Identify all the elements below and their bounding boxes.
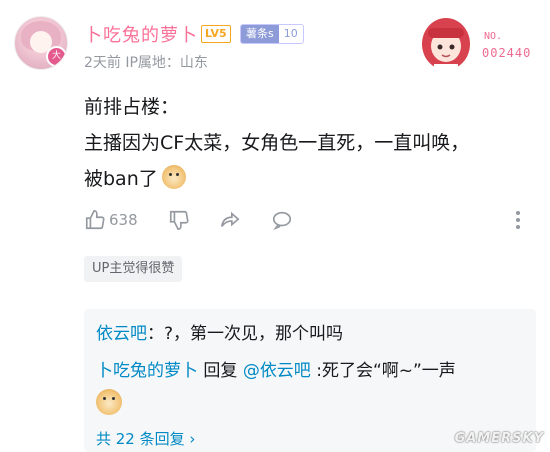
fan-medal-name: 薯条s (241, 25, 279, 43)
reply-author[interactable]: 依云吧 (96, 324, 147, 344)
doge-emoji-icon (161, 165, 186, 189)
like-count: 638 (109, 211, 138, 229)
watermark-logo: GAMERSKY (454, 431, 544, 446)
share-button[interactable] (218, 206, 242, 234)
decoration-card[interactable]: NO. 002440 (418, 14, 536, 74)
user-level-badge: LV5 (201, 25, 231, 43)
fan-medal-badge[interactable]: 薯条s 10 (240, 24, 304, 44)
reply-mention[interactable]: @依云吧 (243, 361, 311, 381)
comment-actions: 638 (84, 206, 534, 234)
anime-girl-icon (422, 18, 470, 72)
avatar-badge: 大 (46, 46, 67, 67)
more-options-button[interactable] (514, 206, 522, 234)
user-avatar[interactable]: 大 (14, 16, 68, 70)
reply-text: :死了会“啊~”一声 (310, 361, 456, 381)
reply-word: 回复 (198, 361, 243, 381)
dislike-button[interactable] (168, 206, 190, 234)
reply-item: 卜吃兔的萝卜 回复 @依云吧 :死了会“啊~”一声 (96, 356, 456, 381)
comment-bubble-icon (272, 211, 292, 231)
thumb-up-icon (85, 210, 105, 230)
comment-line-2: 主播因为CF太菜，女角色一直死，一直叫唤， (84, 132, 470, 154)
reply-item: 依云吧：?，第一次见，那个叫吗 (96, 319, 343, 344)
reply-emoji-row (96, 389, 122, 416)
up-liked-tag: UP主觉得很赞 (84, 256, 183, 282)
comment-line-1: 前排占楼： (84, 96, 180, 118)
reply-button[interactable] (270, 206, 294, 234)
thumb-down-icon (169, 210, 189, 230)
view-more-replies-link[interactable]: 共 22 条回复 › (96, 428, 195, 449)
comment-username[interactable]: 卜吃兔的萝卜 (84, 21, 198, 47)
like-button[interactable]: 638 (84, 206, 138, 234)
fan-medal-level: 10 (283, 27, 298, 40)
reply-author[interactable]: 卜吃兔的萝卜 (96, 361, 198, 381)
comment-line-3: 被ban了 (84, 161, 469, 197)
comment-content: 前排占楼： 主播因为CF太菜，女角色一直死，一直叫唤， 被ban了 (84, 89, 469, 197)
doge-emoji-icon (96, 389, 122, 415)
comment-line-3-text: 被ban了 (84, 168, 158, 190)
comment-meta: 2天前 IP属地：山东 (84, 55, 208, 71)
more-vertical-icon (516, 211, 520, 229)
card-number: 002440 (482, 46, 532, 60)
share-icon (220, 211, 240, 227)
card-no-label: NO. (484, 31, 503, 42)
reply-text: ：?，第一次见，那个叫吗 (147, 324, 344, 344)
